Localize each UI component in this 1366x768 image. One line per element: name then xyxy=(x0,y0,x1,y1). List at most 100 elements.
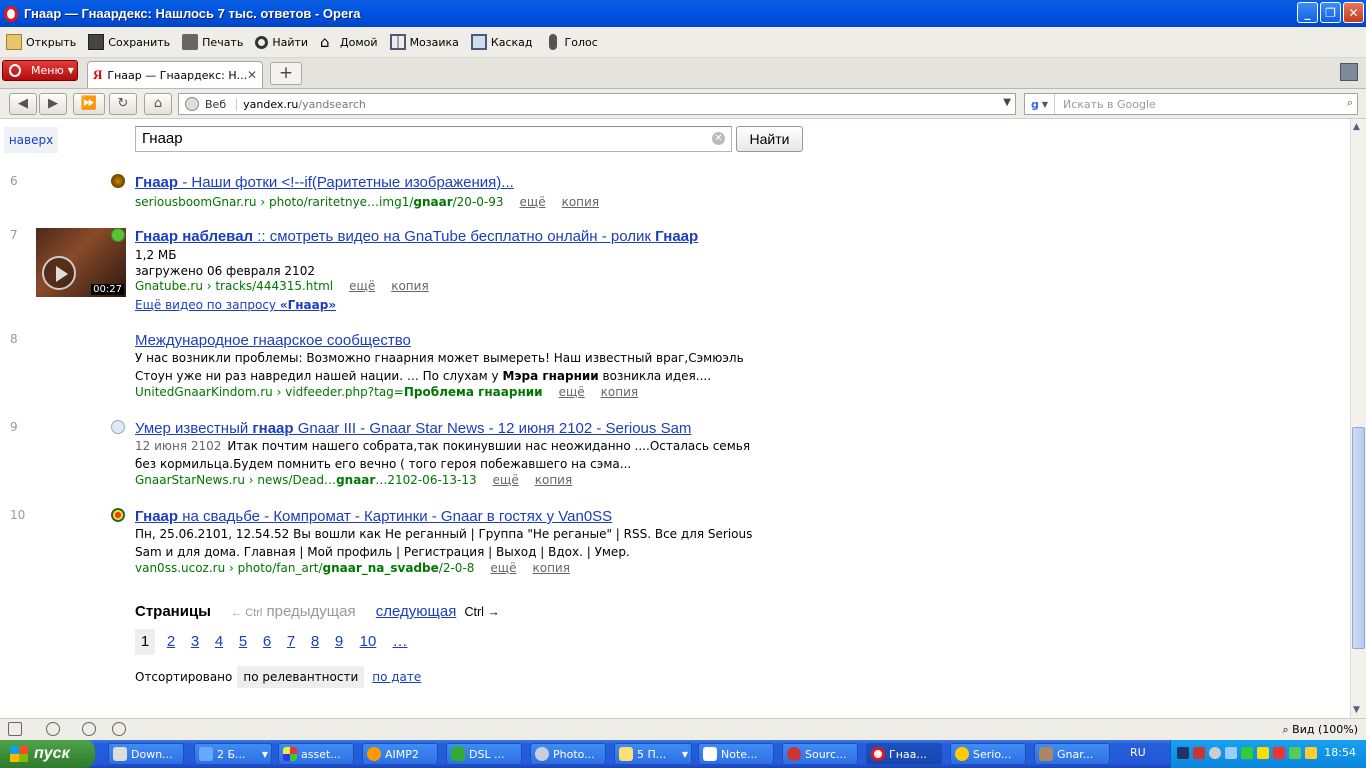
more-link[interactable]: ещё xyxy=(490,561,516,575)
result-title-link[interactable]: Гнаар - Наши фотки <!--if(Раритетные изо… xyxy=(135,174,514,191)
result-url[interactable]: GnaarStarNews.ru › news/Dead…gnaar…2102-… xyxy=(135,473,572,487)
google-search-field[interactable]: g ▼ Искать в Google ⌕ xyxy=(1024,93,1358,115)
next-page-link[interactable]: следующая xyxy=(376,603,457,620)
result-url[interactable]: seriousboomGnar.ru › photo/raritetnye…im… xyxy=(135,195,599,209)
result-title-link[interactable]: Умер известный гнаар Gnaar III - Gnaar S… xyxy=(135,420,691,437)
search-input[interactable]: Гнаар ✕ xyxy=(135,126,732,152)
minimize-button[interactable]: _ xyxy=(1297,2,1318,23)
tray-app-icon[interactable] xyxy=(1305,747,1317,759)
taskbar-button[interactable]: AIMP2 xyxy=(362,743,438,765)
result-url[interactable]: UnitedGnaarKindom.ru › vidfeeder.php?tag… xyxy=(135,385,638,399)
zoom-icon: ⌕ xyxy=(1282,723,1293,736)
result-title-link[interactable]: Гнаар на свадьбе - Компромат - Картинки … xyxy=(135,508,612,525)
tray-sound-icon[interactable] xyxy=(1209,747,1221,759)
tile-button[interactable]: Мозаика xyxy=(389,34,459,50)
reload-button[interactable]: ↻ xyxy=(109,93,137,115)
opera-menu-button[interactable]: Меню ▼ xyxy=(2,60,78,81)
page-link[interactable]: 6 xyxy=(255,629,279,655)
address-field[interactable]: Веб yandex.ru/yandsearch ▼ xyxy=(178,93,1016,115)
fast-forward-button[interactable]: ⏩ xyxy=(73,93,105,115)
taskbar-button[interactable]: asset... xyxy=(278,743,354,765)
taskbar-button[interactable]: Sourc... xyxy=(782,743,858,765)
close-button[interactable]: ✕ xyxy=(1343,2,1364,23)
search-button[interactable]: Найти xyxy=(736,126,803,152)
cached-copy-link[interactable]: копия xyxy=(391,279,428,293)
cascade-button[interactable]: Каскад xyxy=(470,34,533,50)
video-duration: 00:27 xyxy=(91,284,124,295)
taskbar-button[interactable]: 5 П... ▼ xyxy=(614,743,692,765)
tray-app-icon[interactable] xyxy=(1257,747,1269,759)
home-button[interactable]: ⌂ Домой xyxy=(320,34,378,50)
address-dropdown-icon[interactable]: ▼ xyxy=(1003,97,1011,108)
opera-logo-icon xyxy=(4,5,18,22)
tray-app-icon[interactable] xyxy=(1273,747,1285,759)
page-link[interactable]: 4 xyxy=(207,629,231,655)
taskbar-button[interactable]: Note... xyxy=(698,743,774,765)
result-url[interactable]: Gnatube.ru › tracks/444315.html ещё копия xyxy=(135,279,429,293)
taskbar-button[interactable]: 2 Б... ▼ xyxy=(194,743,272,765)
taskbar-button[interactable]: Serio... xyxy=(950,743,1026,765)
cached-copy-link[interactable]: копия xyxy=(532,561,569,575)
back-button[interactable]: ◀ xyxy=(9,93,37,115)
result-url[interactable]: van0ss.ucoz.ru › photo/fan_art/gnaar_na_… xyxy=(135,561,570,575)
more-link[interactable]: ещё xyxy=(559,385,585,399)
vertical-scrollbar[interactable]: ▲ ▼ xyxy=(1350,119,1366,718)
tab-close-icon[interactable]: ✕ xyxy=(247,68,257,82)
scroll-to-top-link[interactable]: наверх xyxy=(4,127,58,153)
page-link[interactable]: 9 xyxy=(327,629,351,655)
sort-by-relevance: по релевантности xyxy=(237,666,365,688)
tray-network-icon[interactable] xyxy=(1177,747,1189,759)
unite-icon[interactable] xyxy=(82,722,96,736)
zoom-level[interactable]: ⌕ Вид (100%) xyxy=(1283,723,1359,737)
page-link[interactable]: 5 xyxy=(231,629,255,655)
forward-button[interactable]: ▶ xyxy=(39,93,67,115)
cached-copy-link[interactable]: копия xyxy=(562,195,599,209)
more-link[interactable]: ещё xyxy=(349,279,375,293)
result-title-link[interactable]: Гнаар наблевал :: смотреть видео на GnaT… xyxy=(135,228,698,245)
taskbar-button[interactable]: Down... xyxy=(108,743,184,765)
open-button[interactable]: Открыть xyxy=(6,34,76,50)
page-current: 1 xyxy=(135,629,155,655)
tray-app-icon[interactable] xyxy=(1241,747,1253,759)
taskbar-button[interactable]: DSL ... xyxy=(446,743,522,765)
print-button[interactable]: Печать xyxy=(182,34,243,50)
language-indicator[interactable]: RU xyxy=(1130,746,1146,759)
taskbar-button[interactable]: Gnar... xyxy=(1034,743,1110,765)
find-button[interactable]: Найти xyxy=(255,35,308,49)
tray-app-icon[interactable] xyxy=(1225,747,1237,759)
more-link[interactable]: ещё xyxy=(493,473,519,487)
new-tab-button[interactable]: + xyxy=(270,62,302,85)
page-link[interactable]: 10 xyxy=(351,629,385,655)
tray-app-icon[interactable] xyxy=(1289,747,1301,759)
page-link-more[interactable]: … xyxy=(385,629,415,655)
taskbar-button[interactable]: Photo... xyxy=(530,743,606,765)
search-icon[interactable]: ⌕ xyxy=(1347,96,1353,110)
sort-by-date-link[interactable]: по дате xyxy=(372,670,421,684)
clear-search-icon[interactable]: ✕ xyxy=(712,132,725,145)
restore-button[interactable]: ❐ xyxy=(1320,2,1341,23)
taskbar-button-active[interactable]: Гнаа... xyxy=(866,743,942,765)
scroll-down-icon[interactable]: ▼ xyxy=(1353,705,1360,715)
turbo-icon[interactable] xyxy=(112,722,126,736)
more-link[interactable]: ещё xyxy=(520,195,546,209)
home-button[interactable]: ⌂ xyxy=(144,93,172,115)
panel-toggle-icon[interactable] xyxy=(8,722,22,736)
page-link[interactable]: 7 xyxy=(279,629,303,655)
more-videos-link[interactable]: Ещё видео по запросу «Гнаар» xyxy=(135,298,336,312)
google-engine-icon[interactable]: g ▼ xyxy=(1025,94,1055,114)
tray-antivirus-icon[interactable] xyxy=(1193,747,1205,759)
voice-button[interactable]: Голос xyxy=(545,34,598,50)
page-link[interactable]: 8 xyxy=(303,629,327,655)
trash-icon[interactable] xyxy=(1340,63,1358,81)
cached-copy-link[interactable]: копия xyxy=(601,385,638,399)
scroll-up-icon[interactable]: ▲ xyxy=(1353,122,1360,132)
result-title-link[interactable]: Международное гнаарское сообщество xyxy=(135,332,411,349)
page-link[interactable]: 2 xyxy=(159,629,183,655)
sync-icon[interactable] xyxy=(46,722,60,736)
start-button[interactable]: пуск xyxy=(0,740,95,768)
scrollbar-thumb[interactable] xyxy=(1352,427,1365,649)
page-link[interactable]: 3 xyxy=(183,629,207,655)
tab-yandex-search[interactable]: Я Гнаар — Гнаардекс: Н... ✕ xyxy=(87,61,263,88)
save-button[interactable]: Сохранить xyxy=(88,34,170,50)
cached-copy-link[interactable]: копия xyxy=(535,473,572,487)
